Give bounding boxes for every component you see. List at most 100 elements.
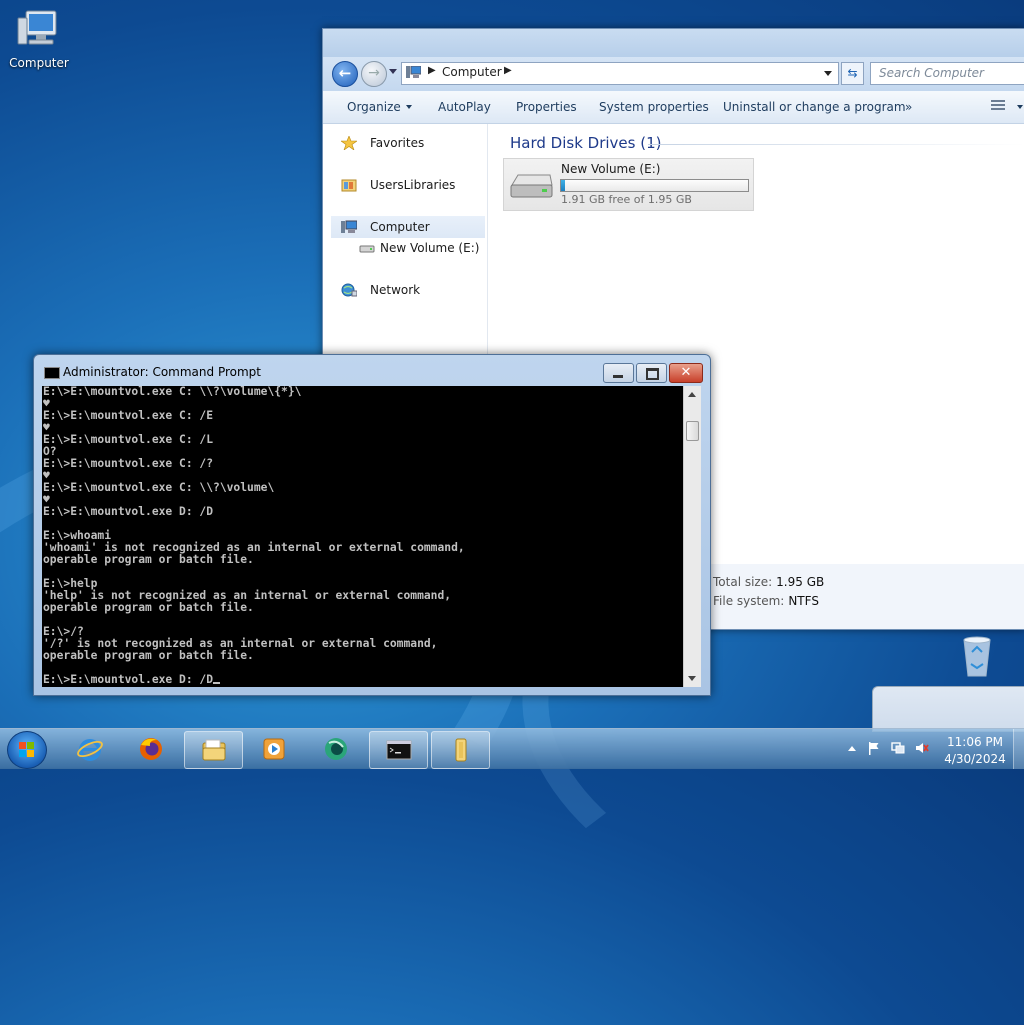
scroll-down-icon[interactable] bbox=[688, 676, 696, 681]
autoplay-button[interactable]: AutoPlay bbox=[438, 100, 491, 114]
taskbar-windows-explorer[interactable] bbox=[184, 731, 243, 769]
address-dropdown[interactable] bbox=[824, 71, 832, 76]
breadcrumb-computer[interactable]: Computer bbox=[442, 65, 502, 79]
star-icon bbox=[341, 136, 357, 150]
cmd-icon bbox=[44, 367, 60, 379]
search-input[interactable]: Search Computer bbox=[879, 66, 984, 80]
chevron-down-icon bbox=[405, 105, 412, 109]
taskbar-app[interactable] bbox=[307, 731, 364, 767]
scroll-thumb[interactable] bbox=[686, 421, 699, 441]
show-desktop-button[interactable] bbox=[1013, 729, 1024, 769]
minimize-icon bbox=[613, 375, 623, 378]
group-header[interactable]: Hard Disk Drives (1) bbox=[510, 134, 661, 152]
chevron-down-icon[interactable] bbox=[1017, 105, 1023, 109]
background-window[interactable] bbox=[872, 686, 1024, 732]
nav-label: UsersLibraries bbox=[370, 178, 456, 192]
detail-label: File system: bbox=[713, 594, 785, 608]
console-text: E:\>E:\mountvol.exe C: \\?\volume\{*}\ ♥… bbox=[43, 386, 465, 686]
address-bar[interactable]: ▶ Computer ▶ bbox=[401, 62, 839, 85]
address-row: ← → ▶ Computer ▶ ⇆ Search Computer bbox=[323, 57, 1024, 91]
action-center-flag-icon[interactable] bbox=[867, 741, 881, 755]
more-commands-button[interactable]: » bbox=[905, 100, 912, 114]
forward-button[interactable]: → bbox=[361, 61, 387, 87]
views-icon[interactable] bbox=[991, 100, 1005, 112]
nav-item-computer[interactable]: Computer bbox=[331, 216, 485, 238]
nav-item-network[interactable]: Network bbox=[323, 279, 485, 301]
drive-usage-fill bbox=[561, 180, 565, 191]
detail-label: Total size: bbox=[713, 575, 773, 589]
system-properties-button[interactable]: System properties bbox=[599, 100, 709, 114]
back-button[interactable]: ← bbox=[332, 61, 358, 87]
firefox-icon bbox=[140, 738, 162, 760]
close-button[interactable]: ✕ bbox=[669, 363, 703, 383]
nav-label: Favorites bbox=[370, 136, 425, 150]
taskbar-command-prompt[interactable] bbox=[369, 731, 428, 769]
nav-label: Network bbox=[370, 283, 421, 297]
drive-usage-bar bbox=[560, 179, 749, 192]
nav-label: New Volume (E:) bbox=[380, 241, 480, 255]
drive-free-space: 1.91 GB free of 1.95 GB bbox=[561, 193, 692, 206]
taskbar-firefox[interactable] bbox=[122, 731, 179, 767]
library-icon bbox=[341, 179, 357, 192]
cmd-icon bbox=[386, 740, 412, 760]
detail-value: 1.95 GB bbox=[776, 575, 825, 589]
nav-item-favorites[interactable]: Favorites bbox=[323, 132, 485, 154]
organize-label: Organize bbox=[347, 100, 401, 114]
maximize-button[interactable] bbox=[636, 363, 667, 383]
nav-label: Computer bbox=[370, 220, 430, 234]
explorer-titlebar[interactable] bbox=[323, 29, 1024, 57]
command-bar: Organize AutoPlay Properties System prop… bbox=[323, 91, 1024, 124]
details-pane: Total size: 1.95 GB File system: NTFS bbox=[711, 564, 1024, 629]
nav-item-new-volume[interactable]: New Volume (E:) bbox=[323, 237, 485, 259]
close-icon: ✕ bbox=[680, 365, 692, 380]
windows-logo-icon bbox=[19, 742, 35, 758]
taskbar: 11:06 PM 4/30/2024 bbox=[0, 728, 1024, 769]
taskbar-media-player[interactable] bbox=[245, 731, 302, 767]
maximize-icon bbox=[646, 368, 659, 380]
show-hidden-icons-icon[interactable] bbox=[848, 746, 856, 751]
console-output[interactable]: E:\>E:\mountvol.exe C: \\?\volume\{*}\ ♥… bbox=[42, 386, 683, 687]
detail-value: NTFS bbox=[788, 594, 819, 608]
library-folder-icon bbox=[455, 738, 467, 762]
recycle-bin-icon bbox=[963, 636, 991, 677]
desktop-icon-computer[interactable]: Computer bbox=[2, 8, 76, 70]
volume-muted-icon[interactable] bbox=[915, 741, 929, 755]
clock-date: 4/30/2024 bbox=[944, 752, 1006, 766]
organize-button[interactable]: Organize bbox=[347, 100, 412, 114]
window-title: Administrator: Command Prompt bbox=[63, 365, 261, 379]
breadcrumb-arrow-icon[interactable]: ▶ bbox=[428, 65, 436, 76]
nav-item-libraries[interactable]: UsersLibraries bbox=[323, 174, 485, 196]
command-prompt-window[interactable]: Administrator: Command Prompt ✕ E:\>E:\m… bbox=[33, 354, 711, 696]
hard-drive-icon bbox=[359, 245, 375, 253]
refresh-button[interactable]: ⇆ bbox=[841, 62, 864, 85]
computer-icon bbox=[406, 66, 421, 78]
system-tray: 11:06 PM 4/30/2024 bbox=[840, 729, 1024, 769]
network-icon[interactable] bbox=[891, 741, 905, 755]
media-player-icon bbox=[263, 738, 285, 760]
app-icon bbox=[325, 738, 347, 760]
drive-name: New Volume (E:) bbox=[561, 162, 661, 176]
drive-tile-new-volume[interactable]: New Volume (E:) 1.91 GB free of 1.95 GB bbox=[503, 158, 754, 211]
taskbar-libraries[interactable] bbox=[431, 731, 490, 769]
computer-icon bbox=[341, 220, 357, 233]
internet-explorer-icon bbox=[77, 739, 103, 761]
minimize-button[interactable] bbox=[603, 363, 634, 383]
scroll-up-icon[interactable] bbox=[688, 392, 696, 397]
taskbar-internet-explorer[interactable] bbox=[61, 731, 118, 767]
vertical-scrollbar[interactable] bbox=[683, 386, 701, 687]
uninstall-program-button[interactable]: Uninstall or change a program bbox=[723, 100, 906, 114]
recent-pages-dropdown[interactable] bbox=[389, 69, 397, 74]
clock-time: 11:06 PM bbox=[947, 735, 1003, 749]
breadcrumb-arrow-icon[interactable]: ▶ bbox=[504, 65, 512, 76]
desktop-icon-label: Computer bbox=[9, 56, 69, 70]
group-divider bbox=[648, 144, 1024, 145]
hard-drive-icon bbox=[510, 174, 553, 198]
desktop-icon-recycle-bin[interactable] bbox=[940, 630, 1014, 686]
search-box[interactable]: Search Computer bbox=[870, 62, 1024, 85]
computer-icon bbox=[17, 10, 57, 45]
start-button[interactable] bbox=[7, 731, 47, 769]
text-cursor bbox=[213, 682, 221, 684]
properties-button[interactable]: Properties bbox=[516, 100, 577, 114]
clock[interactable]: 11:06 PM 4/30/2024 bbox=[940, 735, 1010, 766]
folder-icon bbox=[202, 739, 226, 761]
